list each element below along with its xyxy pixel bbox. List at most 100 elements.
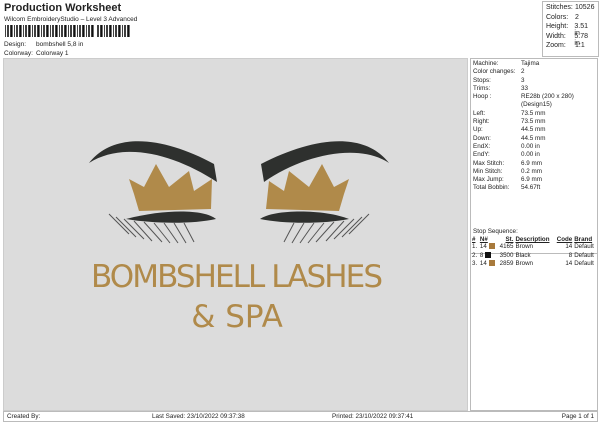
barcode-bar [5,25,6,37]
cell-description: Brown [515,243,533,250]
cell-description: Black [515,251,531,259]
info-key: Trims: [473,84,491,92]
cell-brand: Default [574,251,594,259]
colorway-value: Colorway 1 [36,50,69,57]
barcode-bar [100,25,103,37]
cell-needle: 8 [479,252,497,261]
info-row: Right: 73.5 mm [473,118,595,126]
barcode-bar [91,25,94,37]
last-saved: Last Saved: 23/10/2022 09:37:38 [152,413,245,420]
info-key: Machine: [473,60,499,67]
barcode-bar [70,25,72,37]
barcode-bar [50,25,51,37]
barcode [5,25,130,37]
info-value: 54.67ft [521,184,541,192]
info-value: 3 [521,76,525,84]
color-swatch [485,251,492,258]
info-key: Stops: [473,76,491,84]
info-key: Up: [473,126,483,134]
info-key: Hoop : [473,93,492,101]
info-value: 2 [575,13,579,21]
info-key: Color changes: [473,68,516,76]
info-row: Width: 5.78 in [546,32,595,47]
info-key: Colors: [546,13,569,21]
design-value: bombshell 5,8 in [36,41,84,48]
info-key: EndX: [473,142,491,150]
info-row: Down: 44.5 mm [473,135,595,143]
left-eye-lashes [108,211,216,244]
column-header: N# [479,236,488,243]
cell-stitches: 4165 [499,243,514,250]
info-value: 5.78 in [574,32,589,47]
info-row: Stops: 3 [473,77,595,85]
cell-brand: Default [574,260,594,267]
info-value: 6.9 mm [521,159,542,167]
design-text-line1: BOMBSHELL LASHES [91,259,383,295]
info-key: Zoom: [546,42,566,49]
table-row: 2. 8 3500 Black 8 Default [471,252,597,261]
info-row: Trims: 33 [473,85,595,93]
info-key: Stitches: [546,4,573,11]
info-value: (Design15) [521,101,552,109]
software-subtitle: Wilcom EmbroideryStudio – Level 3 Advanc… [4,16,138,23]
barcode-bar [16,25,18,37]
printed-date: Printed: 23/10/2022 09:37:41 [332,413,414,420]
column-header: # [472,236,476,243]
color-swatch [488,260,495,267]
cell-index: 1. [472,243,478,250]
barcode-bar [68,25,69,37]
column-header: Brand [574,236,593,243]
cell-description: Brown [515,260,533,267]
column-header: Code [556,236,573,243]
info-row: Left: 73.5 mm [473,110,595,118]
footer: Created By: Last Saved: 23/10/2022 09:37… [3,411,598,422]
stop-sequence-panel: Stop Sequence: # N# St. Description Code Bran… [470,227,598,411]
barcode-bar [122,25,123,37]
column-header: Description [515,236,550,243]
info-key [473,101,521,109]
info-key: Left: [473,109,486,117]
barcode-bar [124,25,126,37]
info-value: 73.5 mm [521,109,546,117]
barcode-bar [106,25,108,37]
cell-code: 14 [565,243,573,250]
info-value: 3.51 in [574,23,589,37]
info-value: 44.5 mm [521,134,546,142]
stats-panel: Stitches: 10526 Colors: 2 Height: 3.51 in Widt… [542,1,599,57]
cell-stitches: 2859 [499,260,514,267]
barcode-bar [23,25,24,37]
design-label: Design: [4,41,27,48]
cell-needle: 14 [479,243,497,252]
barcode-bar [82,25,85,37]
machine-info-panel: Machine: Tajima Color changes: 2 Stops: 3 Trim… [470,58,598,254]
info-row: Color changes: 2 [473,68,595,76]
info-row: Total Bobbin: 54.67ft [473,184,595,192]
barcode-bar [61,25,63,37]
right-eye-lashes [260,211,370,244]
info-row: Max Jump: 6.9 mm [473,176,595,184]
page-title: Production Worksheet [4,2,122,14]
barcode-bar [113,25,114,37]
barcode-bar [14,25,15,37]
info-value: 2 [521,68,525,76]
barcode-bar [59,25,60,37]
barcode-bar [55,25,58,37]
cell-stitches: 3500 [499,251,514,259]
barcode-bar [10,25,13,37]
created-by: Created By: [7,413,41,420]
barcode-bar [25,25,27,37]
info-value: 73.5 mm [521,118,546,126]
barcode-bar [46,25,49,37]
info-row: Height: 3.51 in [546,23,595,37]
barcode-bar [109,25,112,37]
barcode-bar [77,25,78,37]
barcode-bar [115,25,117,37]
cell-code: 14 [565,260,573,267]
cell-brand: Default [574,243,594,250]
info-value: 6.9 mm [521,176,542,184]
info-value: 33 [521,84,529,92]
design-text-line2: & SPA [191,299,283,335]
info-row: Machine: Tajima [473,60,595,68]
info-row: Colors: 2 [546,14,595,24]
info-key: EndY: [473,151,490,159]
